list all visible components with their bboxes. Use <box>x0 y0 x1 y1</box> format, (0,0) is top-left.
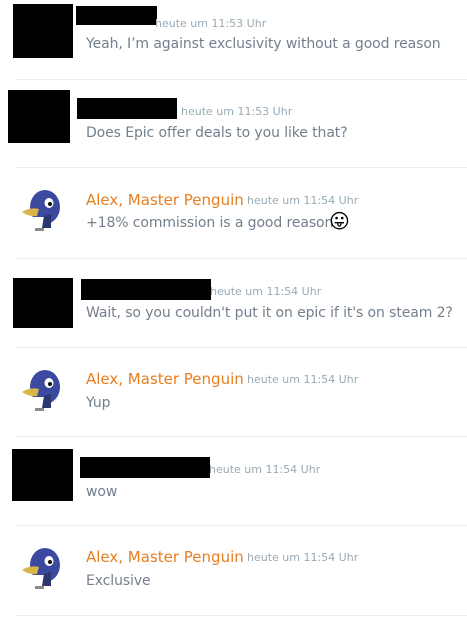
message-item: Alex, Master Penguin heute um 11:54 Uhr … <box>0 348 467 436</box>
redacted-author-name <box>76 6 157 25</box>
message-divider <box>16 615 467 616</box>
redacted-author-name <box>80 457 210 478</box>
message-item: heute um 11:54 Uhr wow <box>0 437 467 526</box>
penguin-avatar-icon[interactable] <box>20 368 64 412</box>
message-timestamp: heute um 11:54 Uhr <box>210 285 322 298</box>
message-timestamp: heute um 11:53 Uhr <box>181 105 293 118</box>
message-text: Exclusive <box>86 573 151 589</box>
message-timestamp: heute um 11:54 Uhr <box>247 194 359 207</box>
redacted-avatar <box>12 449 73 501</box>
message-timestamp: heute um 11:54 Uhr <box>247 551 359 564</box>
message-item: Alex, Master Penguin heute um 11:54 Uhr … <box>0 168 467 258</box>
message-item: heute um 11:53 Uhr Does Epic offer deals… <box>0 80 467 168</box>
message-text: Wait, so you couldn't put it on epic if … <box>86 305 453 321</box>
redacted-avatar <box>8 90 70 143</box>
message-item: heute um 11:54 Uhr Wait, so you couldn't… <box>0 259 467 348</box>
tongue-out-emoji-icon: 😛 <box>329 209 350 233</box>
message-timestamp: heute um 11:54 Uhr <box>209 463 321 476</box>
message-text: Yeah, I’m against exclusivity without a … <box>86 36 441 52</box>
message-text: +18% commission is a good reason <box>86 215 334 231</box>
author-name[interactable]: Alex, Master Penguin <box>86 548 244 566</box>
message-text: wow <box>86 484 118 500</box>
redacted-author-name <box>77 98 177 119</box>
message-timestamp: heute um 11:54 Uhr <box>247 373 359 386</box>
penguin-avatar-icon[interactable] <box>20 188 64 232</box>
message-timestamp: heute um 11:53 Uhr <box>155 17 267 30</box>
penguin-avatar-icon[interactable] <box>20 546 64 590</box>
redacted-author-name <box>81 279 211 300</box>
message-text: Does Epic offer deals to you like that? <box>86 125 348 141</box>
author-name[interactable]: Alex, Master Penguin <box>86 370 244 388</box>
message-item: Alex, Master Penguin heute um 11:54 Uhr … <box>0 526 467 616</box>
message-item: heute um 11:53 Uhr Yeah, I’m against exc… <box>0 0 467 79</box>
message-text: Yup <box>86 395 111 411</box>
redacted-avatar <box>13 4 73 58</box>
author-name[interactable]: Alex, Master Penguin <box>86 191 244 209</box>
redacted-avatar <box>13 278 73 328</box>
